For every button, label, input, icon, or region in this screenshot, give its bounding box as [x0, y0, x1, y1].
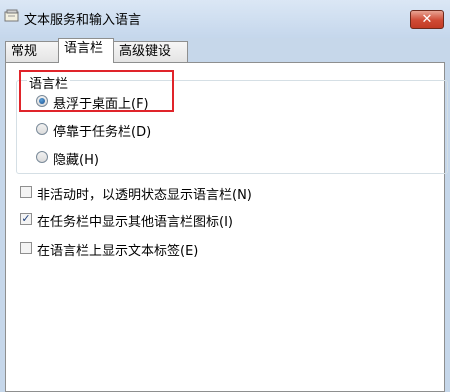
close-icon: ✕	[421, 12, 433, 27]
highlight-annotation-box	[19, 70, 174, 112]
close-button[interactable]: ✕	[410, 10, 444, 29]
title-bar: 文本服务和输入语言 ✕	[0, 0, 450, 38]
text-services-app-icon	[4, 9, 19, 22]
radio-hidden-label: 隐藏(H)	[53, 153, 99, 168]
checkbox-show-extra-icons-in-taskbar-label: 在任务栏中显示其他语言栏图标(I)	[37, 215, 233, 230]
radio-button[interactable]	[36, 123, 48, 135]
tab-advanced-key-settings[interactable]: 高级键设置	[113, 41, 188, 79]
radio-dock-in-taskbar-label: 停靠于任务栏(D)	[53, 125, 152, 140]
tab-bar: 常规 语言栏 高级键设置	[0, 38, 450, 79]
checkbox-unchecked[interactable]	[20, 242, 32, 254]
tab-general[interactable]: 常规	[5, 41, 59, 62]
checkbox-unchecked[interactable]	[20, 186, 32, 198]
tab-general-label: 常规	[11, 44, 38, 59]
window-title: 文本服务和输入语言	[24, 13, 142, 28]
checkbox-checked[interactable]: ✓	[20, 213, 32, 225]
checkbox-transparent-when-inactive-label: 非活动时，以透明状态显示语言栏(N)	[37, 188, 252, 203]
radio-button[interactable]	[36, 151, 48, 163]
tab-language-bar-label: 语言栏	[64, 41, 104, 56]
checkbox-show-text-labels-label: 在语言栏上显示文本标签(E)	[37, 244, 199, 259]
tab-language-bar[interactable]: 语言栏	[58, 38, 114, 63]
